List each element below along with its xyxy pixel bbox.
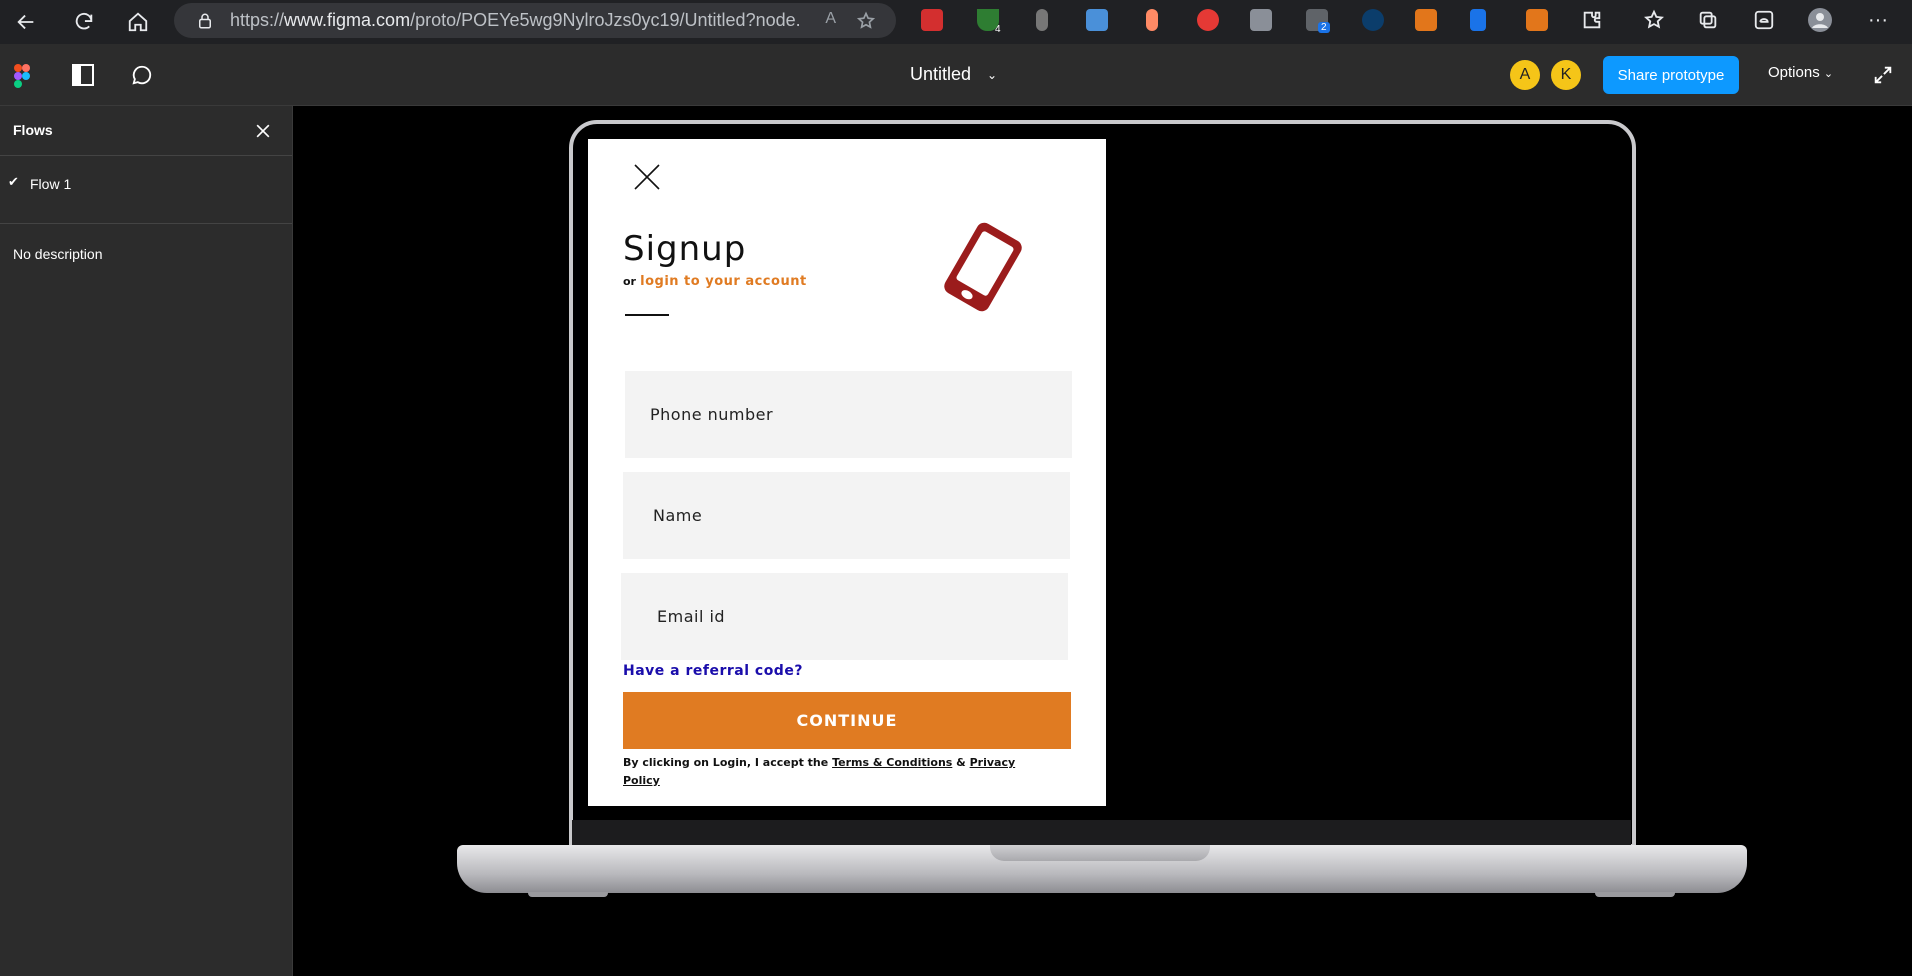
referral-code-link[interactable]: Have a referral code? [623, 663, 803, 679]
address-bar[interactable]: https://www.figma.com/proto/POEYe5wg9Nyl… [174, 3, 896, 38]
toggle-sidebar-icon[interactable] [72, 64, 94, 86]
extension-red-icon[interactable] [921, 9, 943, 31]
browser-toolbar: https://www.figma.com/proto/POEYe5wg9Nyl… [0, 0, 1912, 44]
or-text: or [623, 275, 636, 288]
figma-logo-icon[interactable] [14, 64, 30, 88]
share-prototype-button[interactable]: Share prototype [1603, 56, 1739, 94]
profile-avatar-icon[interactable] [1808, 8, 1832, 32]
extension-badge: 2 [1318, 22, 1330, 33]
flows-sidebar: Flows ✔ Flow 1 No description [0, 106, 293, 976]
terms-ampersand: & [956, 756, 966, 769]
sidebar-header: Flows [0, 106, 292, 156]
email-placeholder: Email id [657, 607, 726, 626]
terms-link[interactable]: Terms & Conditions [832, 756, 952, 769]
extension-doc-icon[interactable] [1470, 9, 1486, 31]
name-placeholder: Name [653, 506, 703, 525]
close-icon[interactable] [253, 121, 273, 141]
check-icon: ✔ [8, 174, 19, 189]
extension-mouse-icon[interactable] [1036, 9, 1048, 31]
extension-copy-icon[interactable] [1250, 9, 1272, 31]
options-menu-button[interactable]: Options ⌄ [1768, 64, 1833, 81]
favorites-icon[interactable] [1642, 8, 1666, 32]
signup-subtitle: or login to your account [623, 274, 807, 289]
email-field[interactable]: Email id [621, 573, 1068, 660]
terms-prefix: By clicking on Login, I accept the [623, 756, 829, 769]
more-menu-icon[interactable]: ··· [1866, 8, 1890, 32]
title-divider [625, 314, 669, 316]
flow-item[interactable]: ✔ Flow 1 [0, 156, 292, 224]
page-title: Signup [623, 229, 747, 269]
phone-number-placeholder: Phone number [650, 405, 774, 424]
add-favorite-icon[interactable] [856, 11, 876, 31]
flow-label: Flow 1 [30, 176, 72, 192]
extension-badge: 4 [995, 24, 1001, 35]
name-field[interactable]: Name [623, 472, 1070, 559]
chevron-down-icon: ⌄ [1823, 68, 1834, 80]
read-aloud-icon[interactable]: A [825, 10, 836, 28]
extension-fox-2-icon[interactable] [1526, 9, 1548, 31]
continue-button[interactable]: CONTINUE [623, 692, 1071, 749]
comment-icon[interactable] [131, 64, 153, 86]
login-link[interactable]: login to your account [640, 274, 807, 289]
laptop-hinge [990, 845, 1210, 861]
laptop-bezel [572, 820, 1631, 846]
extension-tabs-icon[interactable] [1086, 9, 1108, 31]
document-title[interactable]: Untitled [910, 64, 971, 85]
extension-capsule-icon[interactable] [1146, 9, 1158, 31]
close-icon[interactable] [633, 163, 661, 191]
figma-toolbar: Untitled ⌄ A K Share prototype Options ⌄ [0, 44, 1912, 106]
avatar[interactable]: A [1510, 60, 1540, 90]
expand-icon[interactable] [1872, 64, 1894, 86]
extension-fox-icon[interactable] [1415, 9, 1437, 31]
sidebar-title: Flows [13, 122, 53, 138]
options-label: Options [1768, 64, 1820, 81]
terms-text: By clicking on Login, I accept the Terms… [623, 754, 1023, 790]
chevron-down-icon[interactable]: ⌄ [987, 68, 997, 82]
laptop-foot [528, 892, 608, 897]
lock-icon [199, 13, 211, 28]
signup-screen: Signup or login to your account Phone nu… [588, 139, 1106, 806]
extension-stop-icon[interactable] [1197, 9, 1219, 31]
url-text: https://www.figma.com/proto/POEYe5wg9Nyl… [230, 10, 800, 30]
home-icon[interactable] [118, 2, 158, 42]
extension-c-icon[interactable] [1362, 9, 1384, 31]
extensions-puzzle-icon[interactable] [1580, 8, 1604, 32]
back-icon[interactable] [6, 2, 46, 42]
phone-number-field[interactable]: Phone number [625, 371, 1072, 458]
ie-mode-icon[interactable] [1752, 8, 1776, 32]
collections-icon[interactable] [1696, 8, 1720, 32]
refresh-icon[interactable] [64, 2, 104, 42]
avatar[interactable]: K [1551, 60, 1581, 90]
flow-description: No description [13, 246, 103, 262]
mobile-phone-icon [944, 222, 1022, 312]
laptop-foot [1595, 892, 1675, 897]
